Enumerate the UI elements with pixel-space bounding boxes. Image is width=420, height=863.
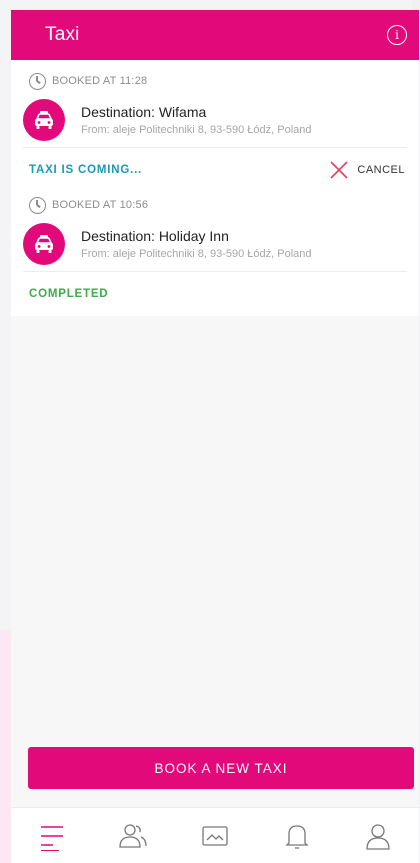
status-badge: COMPLETED (29, 288, 109, 300)
empty-area (11, 352, 419, 807)
bell-icon[interactable] (277, 816, 317, 856)
booking-destination-row[interactable]: Destination: Holiday Inn From: aleje Pol… (23, 216, 407, 272)
clock-icon (29, 196, 46, 214)
origin-address: From: aleje Politechniki 8, 93-590 Łódź,… (81, 123, 312, 136)
booking-card: BOOKED AT 10:56 Destination: Holiday Inn… (23, 192, 407, 316)
cancel-button[interactable]: CANCEL (330, 161, 405, 179)
app-header: Taxi i (11, 10, 419, 60)
info-icon[interactable]: i (387, 25, 407, 45)
booking-status-row: COMPLETED (23, 272, 407, 316)
booked-time-row: BOOKED AT 10:56 (23, 194, 407, 216)
booked-time-row: BOOKED AT 11:28 (23, 70, 407, 92)
origin-address: From: aleje Politechniki 8, 93-590 Łódź,… (81, 247, 312, 260)
page-title: Taxi (45, 24, 80, 45)
app-window: Taxi i BOOKED AT 11:28 Destination: Wifa… (11, 10, 419, 863)
bookings-list: BOOKED AT 11:28 Destination: Wifama From… (11, 60, 419, 316)
gallery-icon[interactable] (195, 816, 235, 856)
people-icon[interactable] (113, 816, 153, 856)
booking-card: BOOKED AT 11:28 Destination: Wifama From… (23, 60, 407, 192)
booking-status-row: TAXI IS COMING... CANCEL (23, 148, 407, 192)
taxi-icon (23, 98, 65, 141)
booking-destination-row[interactable]: Destination: Wifama From: aleje Politech… (23, 92, 407, 148)
destination-label: Destination: Wifama (81, 103, 207, 120)
bottom-navigation (11, 807, 419, 863)
destination-label: Destination: Holiday Inn (81, 227, 229, 244)
clock-icon (29, 72, 46, 90)
status-badge: TAXI IS COMING... (29, 164, 143, 176)
booked-time: BOOKED AT 10:56 (52, 199, 149, 211)
cancel-label: CANCEL (357, 164, 405, 176)
close-icon (330, 161, 348, 179)
book-new-taxi-button[interactable]: BOOK A NEW TAXI (28, 747, 414, 789)
taxi-icon (23, 222, 65, 265)
profile-icon[interactable] (358, 816, 398, 856)
booked-time: BOOKED AT 11:28 (52, 75, 148, 87)
menu-icon[interactable] (32, 816, 72, 856)
